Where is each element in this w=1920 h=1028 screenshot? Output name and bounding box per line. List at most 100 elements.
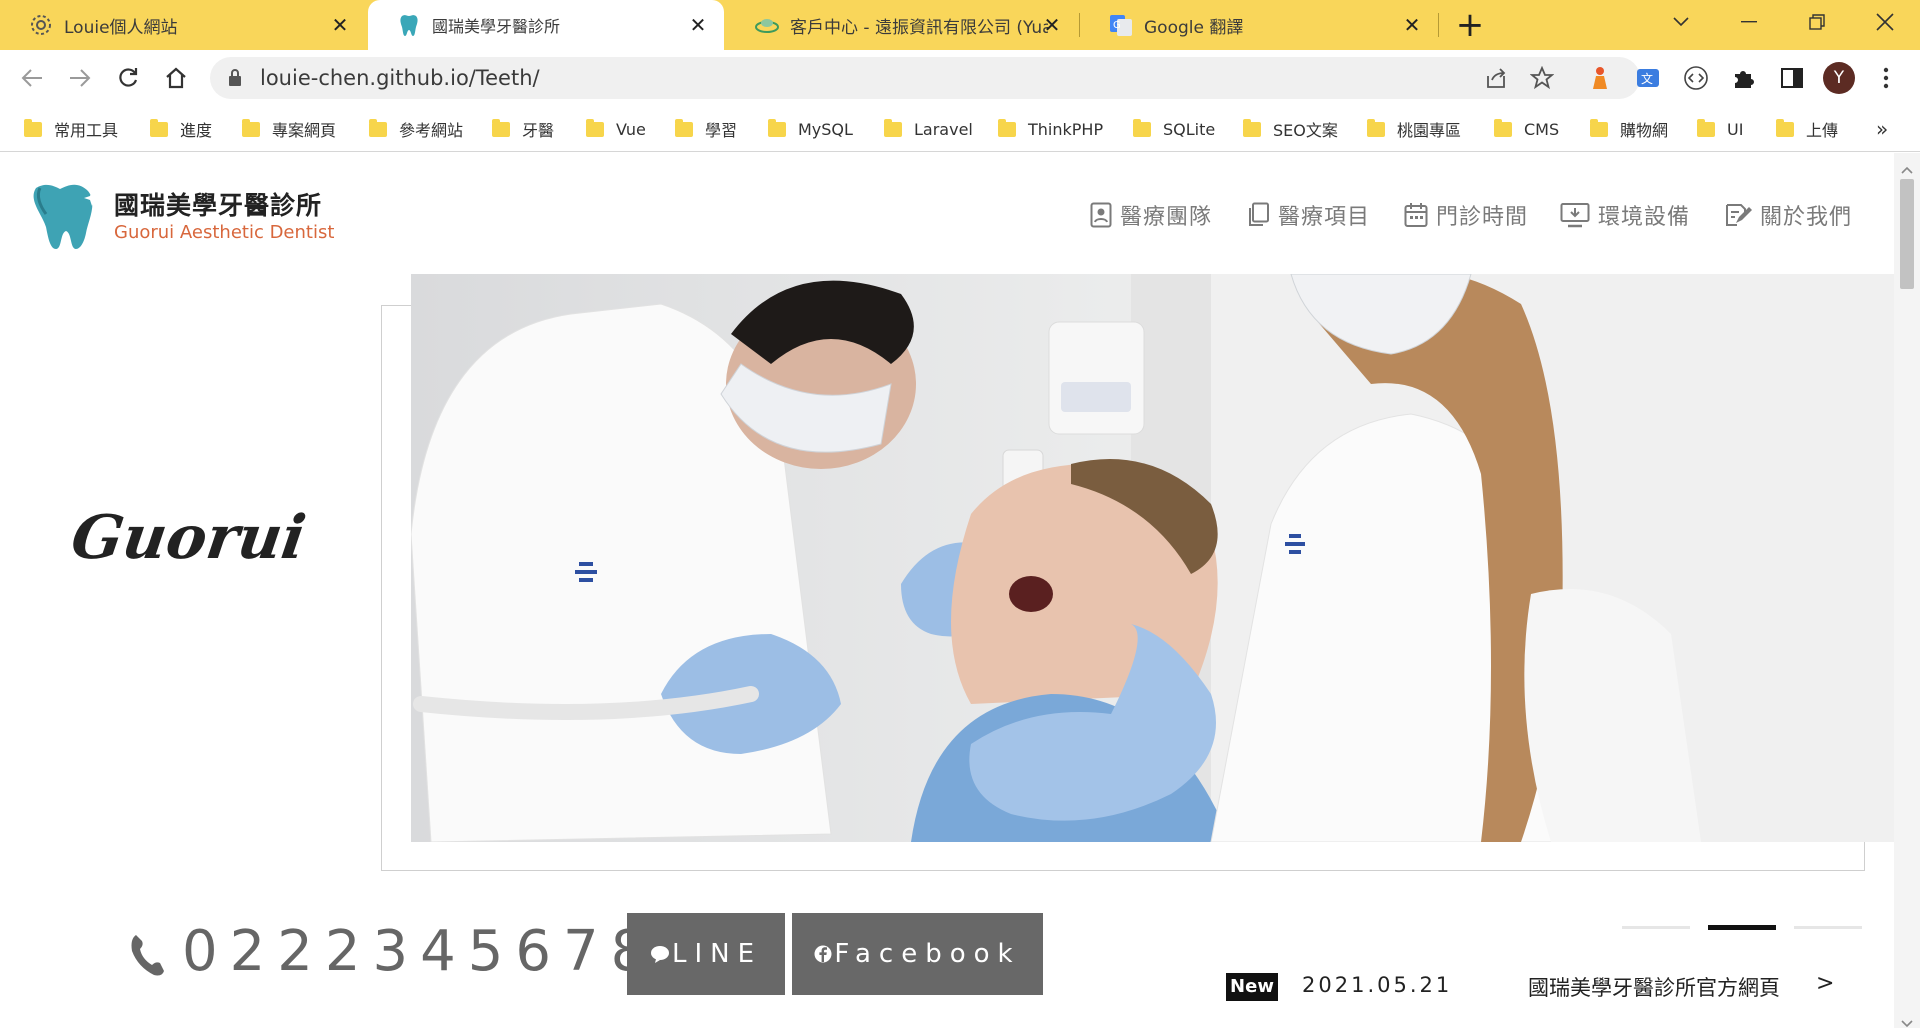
news-badge: New: [1226, 973, 1278, 1001]
bookmark-folder[interactable]: 進度: [150, 114, 212, 144]
close-tab-icon[interactable]: ✕: [1040, 13, 1064, 37]
extensions-puzzle-icon[interactable]: [1728, 62, 1760, 94]
bookmark-folder[interactable]: 專案網頁: [242, 114, 336, 144]
bookmarks-overflow-button[interactable]: »: [1876, 114, 1888, 144]
nav-clinic-hours[interactable]: 門診時間: [1404, 197, 1528, 233]
phone-number[interactable]: 0222345678: [182, 919, 658, 984]
tooth-icon: [396, 12, 422, 38]
bookmark-label: CMS: [1524, 119, 1560, 139]
slider-indicator[interactable]: [1794, 926, 1862, 929]
facebook-button[interactable]: Facebook: [792, 913, 1043, 995]
scrollbar-thumb[interactable]: [1900, 179, 1914, 289]
bookmark-folder[interactable]: ThinkPHP: [998, 114, 1103, 144]
address-bar[interactable]: louie-chen.github.io/Teeth/: [210, 57, 1640, 99]
svg-text:G: G: [1113, 20, 1121, 31]
logo-title-zh: 國瑞美學牙醫診所: [114, 191, 323, 220]
folder-icon: [1494, 118, 1512, 137]
extension-translate-icon[interactable]: 文: [1632, 62, 1664, 94]
nav-about-us[interactable]: 關於我們: [1724, 197, 1852, 233]
folder-icon: [1133, 118, 1151, 137]
bookmark-label: 常用工具: [54, 121, 119, 140]
bookmark-label: UI: [1727, 119, 1744, 139]
close-tab-icon[interactable]: ✕: [1400, 13, 1424, 37]
bookmark-folder[interactable]: 購物網: [1590, 114, 1668, 144]
nav-label: 門診時間: [1436, 205, 1529, 230]
bookmark-folder[interactable]: 參考網站: [369, 114, 463, 144]
folder-icon: [1697, 118, 1715, 137]
nav-facilities[interactable]: 環境設備: [1560, 197, 1690, 233]
minimize-button[interactable]: [1716, 0, 1782, 44]
bookmark-folder[interactable]: MySQL: [768, 114, 853, 144]
bookmark-folder[interactable]: UI: [1697, 114, 1743, 144]
close-window-button[interactable]: [1852, 0, 1918, 44]
nav-label: 醫療項目: [1278, 205, 1371, 230]
bookmark-folder[interactable]: Laravel: [884, 114, 973, 144]
folder-icon: [1776, 118, 1794, 137]
news-title[interactable]: 國瑞美學牙醫診所官方網頁: [1528, 972, 1780, 1002]
bookmark-label: ThinkPHP: [1028, 119, 1104, 139]
site-logo[interactable]: 國瑞美學牙醫診所 Guorui Aesthetic Dentist: [30, 180, 340, 250]
back-button[interactable]: [14, 60, 50, 96]
new-tab-button[interactable]: +: [1452, 8, 1488, 44]
contact-card-icon: [1090, 202, 1112, 228]
tab-louie[interactable]: Louie個人網站 ✕: [0, 0, 366, 50]
bookmark-folder[interactable]: SEO文案: [1243, 114, 1338, 144]
reload-button[interactable]: [110, 60, 146, 96]
bookmark-folder[interactable]: 上傳: [1776, 114, 1838, 144]
folder-icon: [150, 118, 168, 137]
page-scrollbar[interactable]: [1894, 153, 1920, 1028]
tab-divider: [1438, 13, 1439, 37]
bookmark-label: MySQL: [798, 119, 853, 139]
bookmark-folder[interactable]: SQLite: [1133, 114, 1215, 144]
bookmark-folder[interactable]: 學習: [675, 114, 737, 144]
nav-medical-services[interactable]: 醫療項目: [1246, 197, 1370, 233]
nav-label: 關於我們: [1760, 205, 1853, 230]
home-button[interactable]: [158, 60, 194, 96]
url-text[interactable]: louie-chen.github.io/Teeth/: [260, 66, 540, 90]
folder-icon: [1590, 118, 1608, 137]
bookmark-label: 上傳: [1806, 121, 1839, 140]
bookmark-label: SQLite: [1163, 119, 1216, 139]
bookmark-folder[interactable]: 牙醫: [492, 114, 554, 144]
folder-icon: [1243, 118, 1261, 137]
tab-customer-center[interactable]: 客戶中心 - 遠振資訊有限公司 (Yuan ✕: [726, 0, 1078, 50]
tab-title: 國瑞美學牙醫診所: [432, 17, 561, 36]
bookmark-label: 參考網站: [399, 121, 464, 140]
bookmark-folder[interactable]: CMS: [1494, 114, 1559, 144]
scroll-up-arrow-icon[interactable]: [1901, 159, 1913, 178]
restore-button[interactable]: [1784, 0, 1850, 44]
avatar[interactable]: Y: [1823, 62, 1855, 94]
menu-kebab-icon[interactable]: [1870, 62, 1902, 94]
close-tab-icon[interactable]: ✕: [328, 13, 352, 37]
forward-button[interactable]: [62, 60, 98, 96]
extension-person-icon[interactable]: [1584, 62, 1616, 94]
slider-indicator-active[interactable]: [1708, 925, 1776, 930]
scroll-down-arrow-icon[interactable]: [1901, 1013, 1913, 1028]
side-panel-icon[interactable]: [1776, 62, 1808, 94]
slider-indicator[interactable]: [1622, 926, 1690, 929]
bookmark-label: 專案網頁: [272, 121, 337, 140]
tab-search-button[interactable]: [1648, 0, 1714, 44]
share-icon[interactable]: [1484, 66, 1508, 94]
tab-strip: Louie個人網站 ✕ 國瑞美學牙醫診所 ✕ 客戶中心 - 遠振資訊有限公司 (…: [0, 0, 1920, 50]
bookmark-folder[interactable]: 常用工具: [24, 114, 118, 144]
bookmark-star-icon[interactable]: [1529, 65, 1555, 94]
tab-guorui[interactable]: 國瑞美學牙醫診所 ✕: [368, 0, 724, 50]
bookmark-folder[interactable]: 桃園專區: [1367, 114, 1461, 144]
folder-icon: [24, 118, 42, 137]
lock-icon[interactable]: [228, 69, 242, 91]
page-content: 國瑞美學牙醫診所 Guorui Aesthetic Dentist 醫療團隊 醫…: [0, 153, 1920, 1028]
svg-text:文: 文: [1641, 71, 1653, 86]
facebook-label: Facebook: [834, 939, 1021, 969]
news-next-arrow[interactable]: >: [1816, 971, 1834, 996]
bookmark-label: 進度: [180, 121, 213, 140]
bookmark-folder[interactable]: Vue: [586, 114, 646, 144]
folder-icon: [586, 118, 604, 137]
close-tab-icon[interactable]: ✕: [686, 13, 710, 37]
tab-google-translate[interactable]: G Google 翻譯 ✕: [1080, 0, 1438, 50]
extension-code-icon[interactable]: [1680, 62, 1712, 94]
line-button[interactable]: LINE: [627, 913, 785, 995]
nav-medical-team[interactable]: 醫療團隊: [1090, 197, 1212, 233]
phone-icon: [130, 933, 166, 981]
folder-icon: [1367, 118, 1385, 137]
